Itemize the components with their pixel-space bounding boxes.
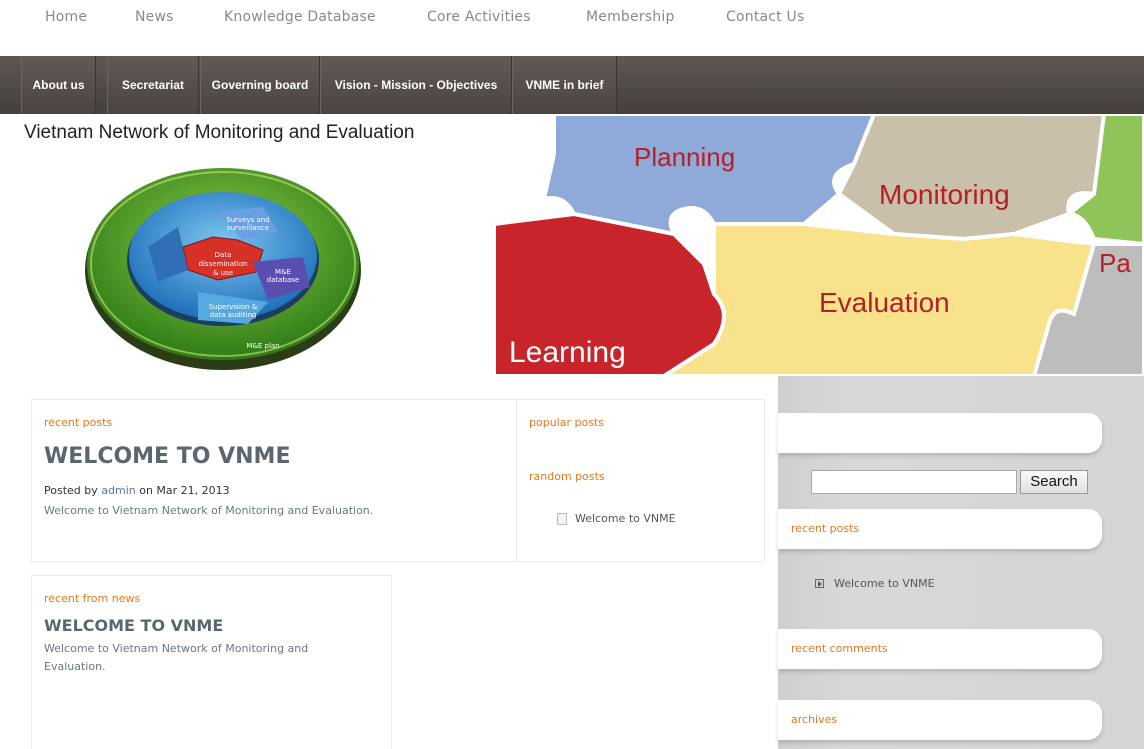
diagram-label-surveillance: surveillance: [227, 224, 269, 232]
bullet-arrow-icon: [815, 579, 824, 588]
subnav-governing-board[interactable]: Governing board: [200, 56, 320, 114]
random-posts-heading: random posts: [529, 470, 605, 483]
nav-membership[interactable]: Membership: [586, 9, 675, 25]
popular-random-box: popular posts random posts Welcome to VN…: [516, 399, 765, 562]
diagram-label-database: database: [267, 276, 299, 284]
news-title[interactable]: WELCOME TO VNME: [44, 616, 223, 635]
puzzle-graphic: Planning Monitoring Evaluation Learning …: [494, 114, 1144, 376]
subnav-secretariat[interactable]: Secretariat: [107, 56, 199, 114]
recent-posts-box: recent posts WELCOME TO VNME Posted by a…: [31, 399, 517, 562]
sidebar-recent-comments-heading: recent comments: [791, 642, 888, 655]
search-input[interactable]: [811, 470, 1017, 494]
random-post-item[interactable]: Welcome to VNME: [557, 512, 676, 525]
puzzle-word-learning: Learning: [509, 336, 626, 369]
diagram-label-use: & use: [213, 269, 233, 277]
diagram-label-auditing: data auditing: [210, 311, 257, 319]
document-icon: [557, 512, 567, 525]
subnav-about-us[interactable]: About us: [21, 56, 96, 114]
popular-posts-heading: popular posts: [529, 416, 604, 429]
subnav-vision-mission[interactable]: Vision - Mission - Objectives: [320, 56, 512, 114]
recent-posts-heading: recent posts: [44, 416, 113, 429]
nav-contact-us[interactable]: Contact Us: [726, 9, 804, 25]
post-author-link[interactable]: admin: [101, 484, 135, 497]
sidebar-archives-heading: archives: [791, 713, 838, 726]
search-button[interactable]: Search: [1020, 470, 1088, 494]
site-title: Vietnam Network of Monitoring and Evalua…: [24, 122, 415, 143]
recent-news-box: recent from news WELCOME TO VNME Welcome…: [31, 575, 392, 749]
header-banner: Vietnam Network of Monitoring and Evalua…: [0, 114, 1144, 376]
sidebar-archives-header: archives: [778, 700, 1102, 740]
subnav-vnme-in-brief[interactable]: VNME in brief: [512, 56, 617, 114]
random-post-link[interactable]: Welcome to VNME: [575, 512, 676, 525]
sub-nav: About us Secretariat Governing board Vis…: [0, 56, 1144, 114]
diagram-label-me-database: M&E: [275, 268, 291, 276]
nav-core-activities[interactable]: Core Activities: [427, 9, 531, 25]
diagram-label-surveys: Surveys and: [226, 216, 269, 224]
sidebar-recent-post-link[interactable]: Welcome to VNME: [834, 577, 935, 590]
recent-news-heading: recent from news: [44, 592, 141, 605]
post-title[interactable]: WELCOME TO VNME: [44, 444, 290, 469]
diagram-label-supervision: Supervision &: [209, 303, 258, 311]
top-nav: Home News Knowledge Database Core Activi…: [0, 0, 1144, 56]
diagram-label-me-plan: M&E plan: [246, 342, 279, 350]
nav-home[interactable]: Home: [45, 9, 87, 25]
post-excerpt: Welcome to Vietnam Network of Monitoring…: [44, 504, 374, 517]
diagram-label-dissemination: dissemination: [199, 260, 248, 268]
sidebar-recent-comments-header: recent comments: [778, 629, 1102, 669]
nav-knowledge-database[interactable]: Knowledge Database: [224, 9, 376, 25]
news-excerpt: Welcome to Vietnam Network of Monitoring…: [44, 640, 308, 676]
puzzle-word-monitoring: Monitoring: [879, 179, 1010, 210]
posted-by-label: Posted by: [44, 484, 98, 497]
sidebar-blank-header: [778, 413, 1102, 453]
sidebar-recent-posts-heading: recent posts: [791, 522, 860, 535]
news-excerpt-line2: Evaluation.: [44, 660, 106, 673]
post-meta: Posted by admin on Mar 21, 2013: [44, 484, 230, 497]
sidebar-recent-post-item[interactable]: Welcome to VNME: [815, 577, 935, 590]
post-date: on Mar 21, 2013: [139, 484, 230, 497]
diagram-label-data: Data: [215, 251, 232, 259]
puzzle-word-pa: Pa: [1099, 248, 1131, 278]
puzzle-word-planning: Planning: [634, 142, 735, 172]
nav-news[interactable]: News: [135, 9, 174, 25]
puzzle-word-evaluation: Evaluation: [819, 287, 950, 318]
news-excerpt-line1: Welcome to Vietnam Network of Monitoring…: [44, 642, 309, 655]
sidebar-recent-posts-header: recent posts: [778, 509, 1102, 549]
me-system-diagram: Data dissemination & use Surveys and sur…: [85, 168, 361, 370]
